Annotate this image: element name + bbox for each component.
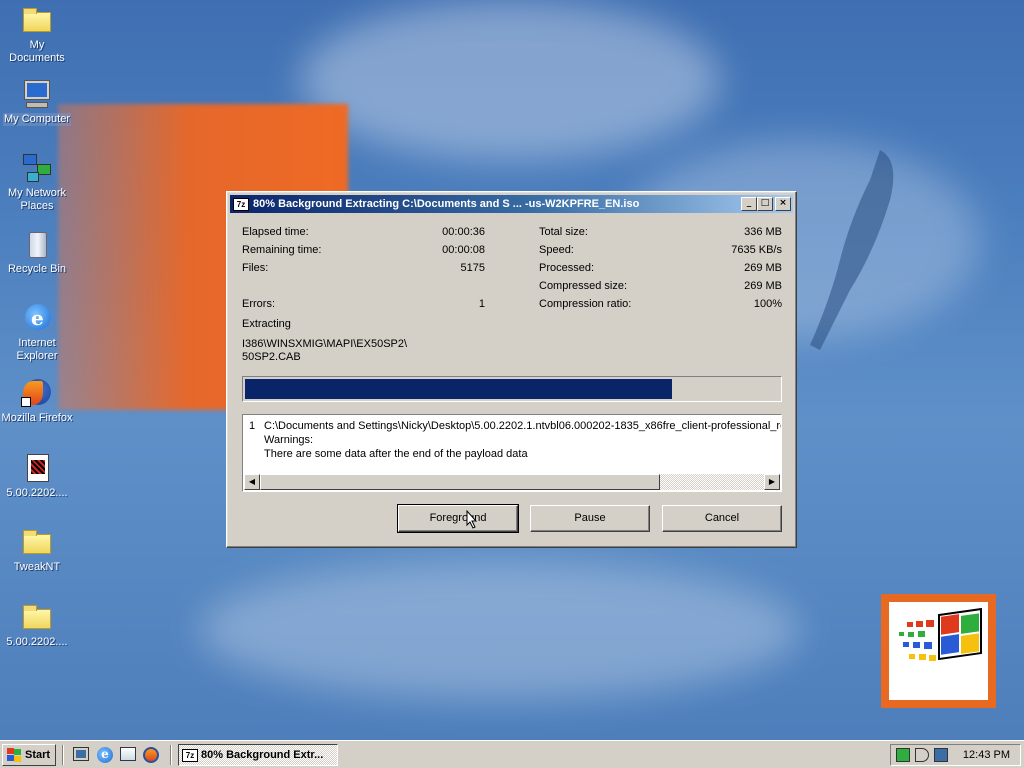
foreground-button[interactable]: Foreground	[397, 504, 519, 533]
taskbar: Start e 7z 80% Background Extr... 12:43 …	[0, 740, 1024, 768]
scroll-right-arrow-icon[interactable]: ▶	[764, 474, 780, 490]
folder-icon	[21, 526, 53, 558]
desktop-icon-label: TweakNT	[13, 561, 61, 573]
total-size-label: Total size:	[539, 226, 588, 238]
progress-fill	[245, 379, 673, 399]
network-places-icon	[21, 152, 53, 184]
taskbar-separator	[170, 745, 172, 765]
internet-explorer-quicklaunch-icon[interactable]: e	[97, 747, 113, 763]
remaining-time-label: Remaining time:	[242, 244, 322, 256]
desktop-icon-internet-explorer[interactable]: e Internet Explorer	[0, 302, 74, 363]
volume-tray-icon[interactable]	[915, 748, 929, 762]
desktop-icon-my-network-places[interactable]: My Network Places	[0, 152, 74, 213]
desktop-icon-iso-file[interactable]: 5.00.2202....	[0, 452, 74, 500]
current-file-path: I386\WINSXMIG\MAPI\EX50SP2\	[242, 338, 408, 350]
log-entry-path: C:\Documents and Settings\Nicky\Desktop\…	[264, 420, 782, 432]
desktop-icon-label: Recycle Bin	[7, 263, 67, 275]
network-tray-icon[interactable]	[896, 748, 910, 762]
processed-value: 269 MB	[744, 262, 782, 274]
desktop-icon-label: Mozilla Firefox	[1, 412, 73, 424]
extracting-label: Extracting	[242, 318, 291, 330]
desktop-icon-my-computer[interactable]: My Computer	[0, 78, 74, 126]
windows-flag-icon	[899, 607, 982, 661]
desktop-icon-mozilla-firefox[interactable]: ↗ Mozilla Firefox	[0, 377, 74, 425]
show-desktop-icon[interactable]	[73, 747, 89, 763]
elapsed-time-value: 00:00:36	[442, 226, 485, 238]
scrollbar-thumb[interactable]	[260, 474, 660, 490]
desktop-icon-tweaknt[interactable]: TweakNT	[0, 526, 74, 574]
processed-label: Processed:	[539, 262, 595, 274]
mouse-cursor-icon	[466, 510, 478, 529]
total-size-value: 336 MB	[744, 226, 782, 238]
outlook-express-icon[interactable]	[120, 747, 136, 763]
compression-ratio-value: 100%	[753, 298, 782, 310]
system-tray: 12:43 PM	[890, 744, 1021, 766]
dialog-titlebar[interactable]: 7z 80% Background Extracting C:\Document…	[230, 195, 793, 213]
internet-explorer-icon: e	[21, 302, 53, 334]
files-label: Files:	[242, 262, 269, 274]
desktop-icon-label: My Documents	[9, 39, 65, 64]
task-label: 80% Background Extr...	[201, 749, 324, 761]
log-entry-index: 1	[249, 420, 256, 432]
close-button[interactable]: ×	[775, 197, 791, 211]
cancel-button[interactable]: Cancel	[662, 505, 782, 532]
firefox-quicklaunch-icon[interactable]	[143, 747, 159, 763]
messages-list[interactable]: 1 C:\Documents and Settings\Nicky\Deskto…	[242, 414, 782, 492]
folder-documents-icon	[21, 4, 53, 36]
folder-icon	[21, 601, 53, 633]
speed-value: 7635 KB/s	[731, 244, 782, 256]
safely-remove-hardware-icon[interactable]	[934, 748, 948, 762]
windows-start-icon	[6, 748, 22, 762]
recycle-bin-icon	[21, 228, 53, 260]
scroll-left-arrow-icon[interactable]: ◀	[244, 474, 260, 490]
desktop-icon-label: My Computer	[2, 113, 72, 126]
cloud-decoration	[200, 560, 800, 700]
compressed-size-value: 269 MB	[744, 280, 782, 292]
desktop-icon-recycle-bin[interactable]: Recycle Bin	[0, 228, 74, 276]
remaining-time-value: 00:00:08	[442, 244, 485, 256]
cloud-decoration	[300, 0, 720, 160]
desktop-icon-folder-5-00[interactable]: 5.00.2202....	[0, 601, 74, 649]
desktop-icon-label: My Network Places	[7, 187, 67, 212]
elapsed-time-label: Elapsed time:	[242, 226, 309, 238]
speed-label: Speed:	[539, 244, 574, 256]
clock[interactable]: 12:43 PM	[963, 749, 1010, 761]
pause-button[interactable]: Pause	[530, 505, 650, 532]
start-label: Start	[25, 749, 51, 761]
desktop-icon-my-documents[interactable]: My Documents	[0, 4, 74, 65]
log-warning-text: There are some data after the end of the…	[264, 448, 528, 460]
horizontal-scrollbar[interactable]: ◀ ▶	[244, 474, 780, 490]
errors-label: Errors:	[242, 298, 275, 310]
maximize-button[interactable]: □	[757, 197, 773, 211]
errors-value: 1	[478, 298, 485, 310]
start-button[interactable]: Start	[2, 744, 56, 766]
taskbar-separator	[62, 745, 64, 765]
taskbar-button-7zip[interactable]: 7z 80% Background Extr...	[178, 744, 338, 766]
windows-logo-badge	[881, 594, 996, 708]
minimize-button[interactable]: _	[741, 197, 757, 211]
files-value: 5175	[460, 262, 485, 274]
computer-icon	[21, 78, 53, 110]
log-warnings-label: Warnings:	[264, 434, 314, 446]
desktop-icon-label: 5.00.2202....	[6, 636, 68, 648]
firefox-icon: ↗	[21, 377, 53, 409]
7zip-task-icon: 7z	[182, 748, 198, 762]
7zip-app-icon[interactable]: 7z	[233, 197, 249, 211]
desktop-icon-label: Internet Explorer	[16, 337, 58, 362]
figure-silhouette	[810, 150, 894, 350]
archive-file-icon	[21, 452, 53, 484]
current-file-name: 50SP2.CAB	[242, 351, 301, 363]
desktop-icon-label: 5.00.2202....	[6, 487, 68, 499]
extraction-progress-bar	[242, 376, 782, 402]
compression-ratio-label: Compression ratio:	[539, 298, 632, 310]
compressed-size-label: Compressed size:	[539, 280, 628, 292]
dialog-title: 80% Background Extracting C:\Documents a…	[253, 198, 640, 210]
